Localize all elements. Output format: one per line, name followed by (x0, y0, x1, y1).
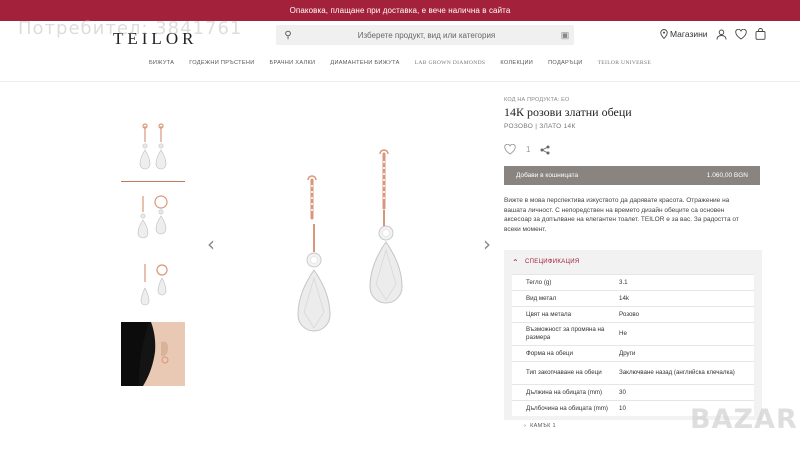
spec-row: Тегло (g) 3.1 (512, 274, 754, 290)
stores-link[interactable]: Магазини (660, 29, 708, 39)
product-title: 14К розови златни обеци (504, 105, 632, 119)
chevron-right-icon: › (524, 423, 527, 429)
product-price: 1.060,00 BGN (706, 172, 748, 179)
spec-value: 14k (619, 294, 629, 302)
bag-icon[interactable] (755, 28, 766, 40)
search-icon[interactable]: ⚲ (279, 30, 297, 41)
spec-value: 30 (619, 388, 626, 396)
gallery-next-arrow[interactable]: › (483, 232, 491, 256)
spec-row: Вид метал 14k (512, 290, 754, 306)
earring-angle-thumbnail (140, 264, 168, 306)
stores-label: Магазини (670, 29, 708, 39)
search-input[interactable]: Изберете продукт, вид или категория (297, 31, 556, 40)
user-icon[interactable] (716, 29, 727, 40)
spec-key: Форма на обеци (526, 349, 573, 357)
main-product-image (297, 149, 403, 332)
bazar-logo-watermark: BAZAR (690, 404, 798, 435)
thumbnail-gallery (121, 118, 185, 390)
product-subtitle: РОЗОВО | ЗЛАТО 14К (504, 123, 576, 130)
camera-icon[interactable]: ▣ (556, 30, 574, 41)
main-nav: БИЖУТА ГОДЕЖНИ ПРЪСТЕНИ БРАЧНИ ХАЛКИ ДИА… (0, 60, 800, 72)
spec-key: Тегло (g) (526, 278, 552, 286)
spec-value: Розово (619, 310, 640, 318)
spec-key: Дълбочина на обицата (mm) (526, 404, 608, 412)
spec-value: 3.1 (619, 278, 628, 286)
stone-1-label: КАМЪК 1 (530, 423, 556, 429)
spec-row: Възможност за промяна на размера Не (512, 322, 754, 345)
nav-item-diamond-jewelry[interactable]: ДИАМАНТЕНИ БИЖУТА (330, 60, 399, 72)
heart-icon[interactable] (734, 28, 747, 40)
user-watermark: Потребител: 3841761 (18, 18, 243, 39)
nav-item-gifts[interactable]: ПОДАРЪЦИ (548, 60, 583, 72)
header-divider (0, 81, 800, 82)
header-actions: Магазини (660, 28, 766, 40)
earring-side-thumbnail (137, 195, 168, 239)
specs-toggle[interactable]: ⌃ СПЕЦИФИКАЦИЯ (504, 250, 762, 274)
spec-key: Тип закопчаване на обеци (526, 369, 602, 376)
spec-row: Тип закопчаване на обеци Заключване назад… (512, 361, 754, 384)
nav-item-wedding-bands[interactable]: БРАЧНИ ХАЛКИ (270, 60, 316, 72)
add-to-cart-label: Добави в кошницата (516, 172, 579, 179)
product-code-label: КОД НА ПРОДУКТА: ЕО (504, 97, 570, 103)
spec-row: Цвят на метала Розово (512, 306, 754, 322)
spec-key: Цвят на метала (526, 310, 572, 318)
spec-value: Не (619, 330, 627, 337)
nav-item-jewelry[interactable]: БИЖУТА (149, 60, 174, 72)
gallery-prev-arrow[interactable]: ‹ (207, 232, 215, 256)
product-info: КОД НА ПРОДУКТА: ЕО 14К розови златни об… (504, 97, 762, 432)
thumbnail-3[interactable] (121, 254, 185, 318)
spec-key: Дължина на обицата (mm) (526, 388, 603, 396)
likes-count: 1 (526, 145, 531, 154)
wishlist-heart-icon[interactable] (504, 144, 516, 155)
product-actions: 1 (504, 144, 762, 155)
location-pin-icon (660, 29, 668, 39)
thumbnail-2[interactable] (121, 186, 185, 250)
thumbnail-1[interactable] (121, 118, 185, 182)
nav-item-collections[interactable]: КОЛЕКЦИИ (500, 60, 533, 72)
share-icon[interactable] (540, 145, 550, 155)
earring-pair-thumbnail (139, 122, 167, 169)
spec-key: Вид метал (526, 294, 557, 302)
specs-title: СПЕЦИФИКАЦИЯ (525, 259, 580, 265)
thumbnail-model-photo[interactable] (121, 322, 185, 386)
spec-row: Дължина на обицата (mm) 30 (512, 384, 754, 400)
chevron-up-icon: ⌃ (512, 257, 520, 267)
add-to-cart-button[interactable]: Добави в кошницата 1.060,00 BGN (504, 166, 760, 185)
model-wearing-earrings-image (121, 322, 185, 386)
nav-item-engagement-rings[interactable]: ГОДЕЖНИ ПРЪСТЕНИ (189, 60, 254, 72)
nav-item-teilor-universe[interactable]: TEILOR UNIVERSE (598, 60, 651, 72)
promo-text: Опаковка, плащане при доставка, е вече н… (289, 6, 511, 15)
specs-table: Тегло (g) 3.1 Вид метал 14k Цвят на метала… (504, 274, 762, 420)
search-bar[interactable]: ⚲ Изберете продукт, вид или категория ▣ (276, 25, 574, 45)
nav-item-lab-grown-diamonds[interactable]: LAB GROWN DIAMONDS (415, 60, 486, 72)
product-description: Вижте в мова перспектива изкуството да д… (504, 197, 739, 233)
spec-row: Форма на обеци Други (512, 345, 754, 361)
spec-value: Други (619, 349, 636, 357)
spec-value: Заключване назад (английска клечалка) (619, 369, 735, 376)
spec-key: Възможност за промяна на размера (526, 326, 605, 341)
